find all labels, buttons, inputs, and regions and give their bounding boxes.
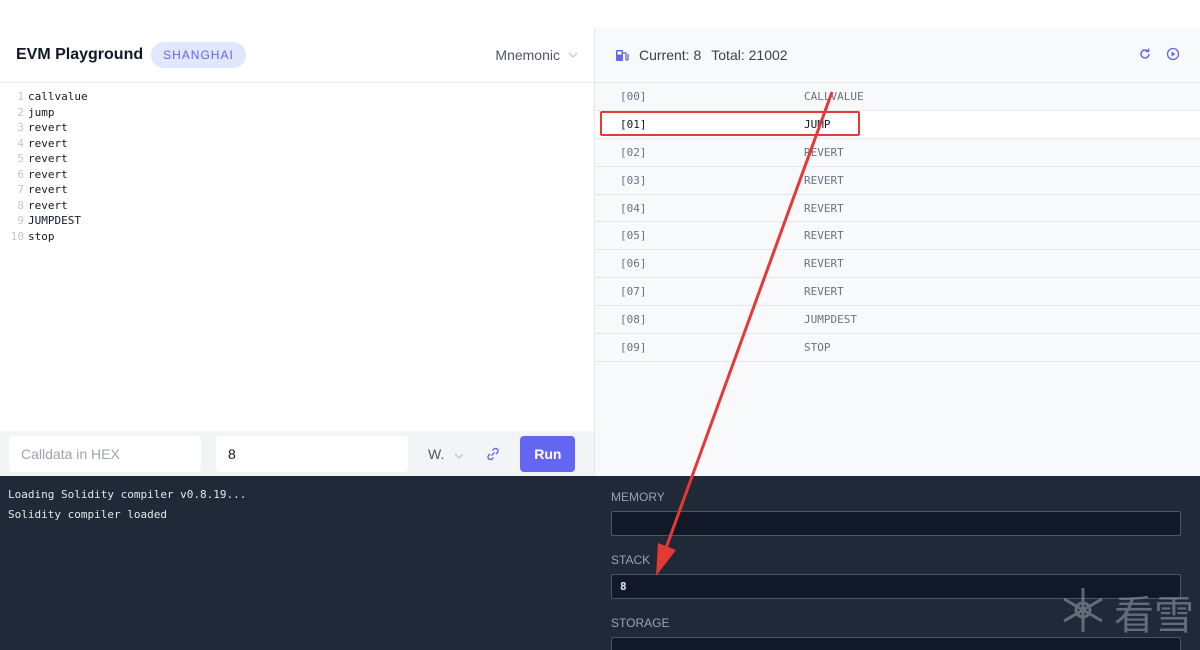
line-text: revert [28,136,68,150]
calldata-placeholder: Calldata in HEX [21,445,120,462]
app-title: EVM Playground [16,46,144,63]
opcode-name: REVERT [804,173,844,187]
line-number: 9 [17,214,24,227]
opcode-row[interactable]: [03] REVERT [595,167,1200,195]
mode-select-label: Mnemonic [495,47,560,63]
fork-badge[interactable]: SHANGHAI [151,42,246,68]
execution-header: Current: 8 Total: 21002 [595,28,1200,83]
code-editor[interactable]: 1 callvalue 2 jump 3 revert 4 revert 5 revert 6 rev… [0,83,594,431]
line-text: JUMPDEST [28,214,81,227]
line-text: callvalue [28,90,88,103]
top-strip [0,0,1200,28]
console-line: Loading Solidity compiler v0.8.19... [8,488,247,501]
watermark: 看雪 [1058,583,1194,641]
opcode-index: [09] [620,340,647,354]
line-text: jump [28,105,55,119]
opcode-row[interactable]: [05] REVERT [595,222,1200,251]
gas-pump-icon [615,47,631,63]
share-link-icon[interactable] [482,443,504,465]
line-number: 2 [17,105,24,119]
opcode-row[interactable]: [04] REVERT [595,195,1200,223]
editor-line: 9 JUMPDEST [0,213,594,229]
line-number: 3 [17,121,24,134]
opcode-row[interactable]: [07] REVERT [595,278,1200,307]
opcode-index: [05] [620,229,647,243]
unit-select[interactable]: W. [428,446,464,462]
opcode-name: CALLVALUE [804,89,864,103]
editor-line: 3 revert [0,120,594,136]
editor-line: 6 revert [0,167,594,183]
memory-section: MEMORY [611,490,1184,536]
opcode-index: [04] [620,201,647,215]
opcode-name: REVERT [804,201,844,215]
opcode-index: [00] [620,89,647,103]
execution-pane: Current: 8 Total: 21002 [00] CALLVALUE [0 [595,28,1200,476]
evm-playground-page: EVM Playground SHANGHAI Mnemonic 1 callva… [0,0,1200,650]
snowflake-icon [1058,585,1108,640]
step-play-icon[interactable] [1166,47,1180,64]
editor-line: 5 revert [0,151,594,167]
current-gas-value: 8 [693,47,702,63]
opcode-index: [02] [620,145,647,159]
editor-pane: EVM Playground SHANGHAI Mnemonic 1 callva… [0,28,595,476]
line-text: revert [28,152,68,165]
opcode-row[interactable]: [08] JUMPDEST [595,306,1200,335]
chevron-down-icon [454,446,464,462]
line-number: 1 [17,90,24,103]
current-gas-label: Current: [639,47,690,63]
editor-line: 7 revert [0,182,594,198]
total-gas-value: 21002 [748,47,788,63]
editor-line: 10 stop [0,229,594,245]
chevron-down-icon [568,49,578,61]
watermark-text: 看雪 [1114,593,1194,639]
line-text: stop [28,229,55,243]
opcode-index: [06] [620,257,647,271]
line-number: 6 [17,167,24,181]
opcode-index: [08] [620,313,647,327]
restart-icon[interactable] [1138,47,1152,64]
line-number: 5 [17,152,24,165]
unit-select-label: W. [428,445,445,462]
opcode-name: REVERT [804,285,844,299]
execution-actions [1138,47,1180,64]
editor-line: 2 jump [0,105,594,121]
line-number: 8 [17,198,24,212]
editor-line: 1 callvalue [0,89,594,105]
editor-header: EVM Playground SHANGHAI Mnemonic [0,28,594,83]
total-gas-label: Total: [711,47,745,63]
opcode-index: [03] [620,173,647,187]
line-text: revert [28,121,68,134]
calldata-input[interactable]: Calldata in HEX [9,435,201,472]
opcode-name: JUMPDEST [804,313,857,327]
line-text: revert [28,198,68,212]
opcode-index: [07] [620,285,647,299]
opcode-row[interactable]: [06] REVERT [595,250,1200,279]
opcode-row[interactable]: [02] REVERT [595,139,1200,167]
opcode-row[interactable]: [00] CALLVALUE [595,83,1200,111]
opcode-name: STOP [804,340,831,354]
callvalue-input[interactable]: 8 [216,435,408,472]
console-line: Solidity compiler loaded [8,508,167,521]
line-number: 10 [10,229,24,243]
line-text: revert [28,183,68,196]
opcode-row[interactable]: [09] STOP [595,334,1200,362]
editor-line: 8 revert [0,198,594,214]
opcode-name: REVERT [804,257,844,271]
opcode-name: REVERT [804,229,844,243]
line-number: 7 [17,183,24,196]
opcode-name: REVERT [804,145,844,159]
annotation-highlight-box [600,111,860,136]
stack-label: STACK [611,553,651,567]
callvalue-text: 8 [228,445,236,462]
editor-line: 4 revert [0,136,594,152]
mode-select[interactable]: Mnemonic [495,47,578,63]
memory-box [611,511,1181,536]
run-controls: Calldata in HEX 8 W. Run [0,431,594,476]
output-console: Loading Solidity compiler v0.8.19... Soli… [0,476,595,650]
line-number: 4 [17,136,24,150]
memory-label: MEMORY [611,490,665,504]
line-text: revert [28,167,68,181]
run-button[interactable]: Run [520,435,576,472]
